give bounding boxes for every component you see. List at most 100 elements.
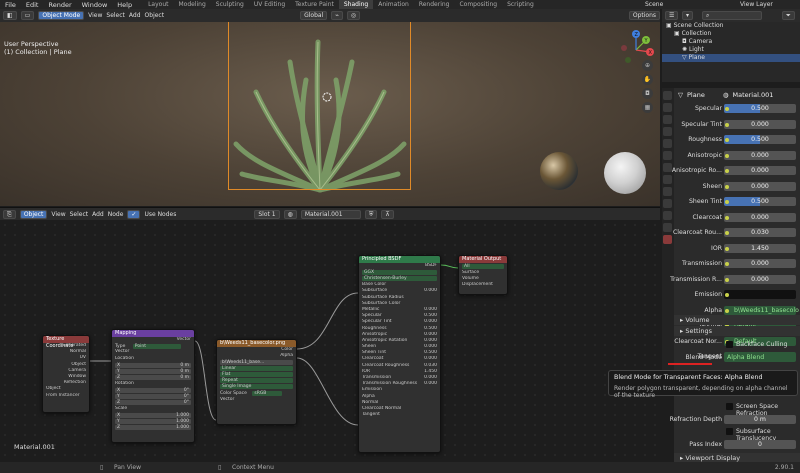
property-value-field[interactable]: 0.000 (724, 166, 796, 175)
data-tab-icon[interactable] (663, 223, 672, 232)
property-value-field[interactable]: b\Weeds11_basecolo (724, 305, 799, 315)
property-value-field[interactable]: 0.000 (724, 119, 796, 129)
color-space-dropdown[interactable]: sRGB (252, 391, 283, 397)
outliner-item-collection[interactable]: ▣ Collection (662, 30, 800, 38)
socket-dot-icon[interactable] (725, 262, 729, 266)
node-editor-type-button[interactable]: ⎘ (3, 209, 16, 219)
subsurface-translucency-checkbox[interactable]: Subsurface Translucency (674, 427, 800, 442)
bsdf-input-row[interactable]: Tangent (359, 412, 440, 418)
outliner-search-icon[interactable]: ⌕ (702, 11, 762, 20)
type-dropdown[interactable]: Point (132, 344, 181, 350)
tab-compositing[interactable]: Compositing (454, 0, 502, 9)
screen-space-refraction-checkbox[interactable]: Screen Space Refraction (674, 402, 800, 417)
property-value-field[interactable]: 0.000 (724, 274, 796, 284)
checkbox-icon[interactable] (726, 428, 733, 435)
outliner-item-camera[interactable]: ◘ Camera (662, 38, 800, 46)
socket-dot-icon[interactable] (725, 184, 729, 189)
view-layer-tab-icon[interactable] (663, 127, 672, 136)
tab-scripting[interactable]: Scripting (502, 0, 539, 9)
scene-tab-icon[interactable] (663, 139, 672, 148)
from-instancer-checkbox[interactable]: From Instancer (43, 393, 89, 399)
render-tab-icon[interactable] (663, 103, 672, 112)
property-value-field[interactable]: 0 m (724, 415, 796, 424)
image-texture-node[interactable]: b\Weeds11_basecolor.png Color Alpha b\We… (216, 339, 297, 425)
outliner-item-light[interactable]: ✺ Light (662, 46, 800, 54)
property-value-field[interactable]: 0.000 (724, 181, 796, 191)
view-layer-selector[interactable]: View Layer (740, 1, 800, 8)
menu-help[interactable]: Help (112, 1, 137, 9)
socket-dot-icon[interactable] (725, 169, 729, 173)
tab-rendering[interactable]: Rendering (414, 0, 455, 9)
location-y-field[interactable]: Y0 m (115, 368, 191, 374)
tab-shading[interactable]: Shading (338, 0, 374, 9)
scale-z-field[interactable]: Z 1.000 (115, 425, 191, 431)
node-menu-node[interactable]: Node (108, 211, 124, 218)
location-z-field[interactable]: Z0 m (115, 374, 191, 380)
grid-ortho-icon[interactable]: ▦ (642, 102, 653, 113)
zoom-icon[interactable]: ⊕ (642, 60, 653, 71)
property-value-field[interactable]: Alpha Blend (724, 353, 796, 362)
display-mode-icon[interactable]: ▾ (682, 11, 694, 20)
material-name-field[interactable]: Material.001 (300, 209, 361, 219)
principled-bsdf-node[interactable]: Principled BSDF BSDF GGX Christensen-Bur… (358, 255, 441, 453)
use-nodes-checkbox[interactable]: ✓ (127, 209, 141, 219)
options-dropdown[interactable]: Options (628, 11, 660, 20)
world-tab-icon[interactable] (663, 151, 672, 160)
property-value-field[interactable]: 0.000 (724, 212, 796, 222)
editor-type-button[interactable]: ◧ (3, 11, 17, 20)
socket-dot-icon[interactable] (725, 122, 729, 127)
camera-view-icon[interactable]: ◘ (642, 88, 653, 99)
output-tab-icon[interactable] (663, 115, 672, 124)
socket-dot-icon[interactable] (725, 215, 729, 220)
tab-sculpting[interactable]: Sculpting (211, 0, 249, 9)
menu-render[interactable]: Render (43, 1, 76, 9)
outliner-type-icon[interactable]: ☰ (665, 11, 679, 20)
menu-edit[interactable]: Edit (21, 1, 44, 9)
extension-dropdown[interactable]: Repeat (220, 378, 293, 384)
slot-dropdown[interactable]: Slot 1 (254, 209, 280, 219)
node-menu-view[interactable]: View (51, 211, 65, 218)
socket-dot-icon[interactable] (725, 293, 729, 297)
socket-dot-icon[interactable] (725, 246, 729, 251)
transform-orientation-dropdown[interactable]: Global (300, 11, 328, 20)
rotation-y-field[interactable]: Y 0° (115, 393, 191, 399)
viewport-menu-view[interactable]: View (88, 12, 102, 19)
proportional-edit-icon[interactable]: ◎ (346, 11, 361, 20)
tab-layout[interactable]: Layout (143, 0, 173, 9)
modifier-tab-icon[interactable] (663, 175, 672, 184)
socket-dot-icon[interactable] (725, 200, 729, 204)
snap-icon[interactable]: ⌁ (331, 11, 343, 20)
distribution-dropdown[interactable]: GGX (362, 270, 437, 276)
property-value-field[interactable]: 0.000 (724, 259, 796, 268)
material-tab-icon[interactable] (663, 235, 672, 244)
property-value-field[interactable]: 0 (724, 440, 796, 449)
node-menu-select[interactable]: Select (70, 211, 89, 218)
viewport-menu-select[interactable]: Select (106, 12, 125, 19)
backface-culling-checkbox[interactable]: Backface Culling (674, 340, 800, 350)
property-value-field[interactable]: 1.450 (724, 243, 796, 253)
image-file-field[interactable]: b\Weeds11_base... (220, 360, 293, 366)
pan-hand-icon[interactable]: ✋ (642, 74, 653, 85)
interpolation-dropdown[interactable]: Linear (220, 366, 293, 372)
socket-dot-icon[interactable] (725, 277, 729, 282)
source-dropdown[interactable]: Single Image (220, 384, 293, 390)
property-value-field[interactable]: 0.000 (724, 150, 796, 160)
socket-dot-icon[interactable] (725, 231, 729, 235)
property-value-field[interactable]: 0.500 (724, 135, 796, 144)
fake-user-icon[interactable]: ⛨ (364, 209, 378, 219)
tool-tab-icon[interactable] (663, 91, 672, 100)
constraints-tab-icon[interactable] (663, 211, 672, 220)
scene-selector[interactable]: Scene (645, 1, 740, 8)
property-value-field[interactable]: 0.500 (724, 197, 796, 206)
tab-texture-paint[interactable]: Texture Paint (290, 0, 339, 9)
tab-animation[interactable]: Animation (373, 0, 414, 9)
outliner-item-scene-collection[interactable]: ▣ Scene Collection (662, 22, 800, 30)
select-tool-button[interactable]: ▭ (20, 11, 35, 20)
particles-tab-icon[interactable] (663, 187, 672, 196)
outliner-item-plane[interactable]: ▽ Plane (662, 54, 800, 62)
material-browse-icon[interactable]: ◍ (283, 209, 297, 219)
socket-dot-icon[interactable] (725, 107, 729, 111)
property-value-field[interactable] (724, 290, 796, 299)
checkbox-icon[interactable] (726, 341, 733, 348)
volume-section[interactable]: ▸ Volume (674, 315, 800, 325)
